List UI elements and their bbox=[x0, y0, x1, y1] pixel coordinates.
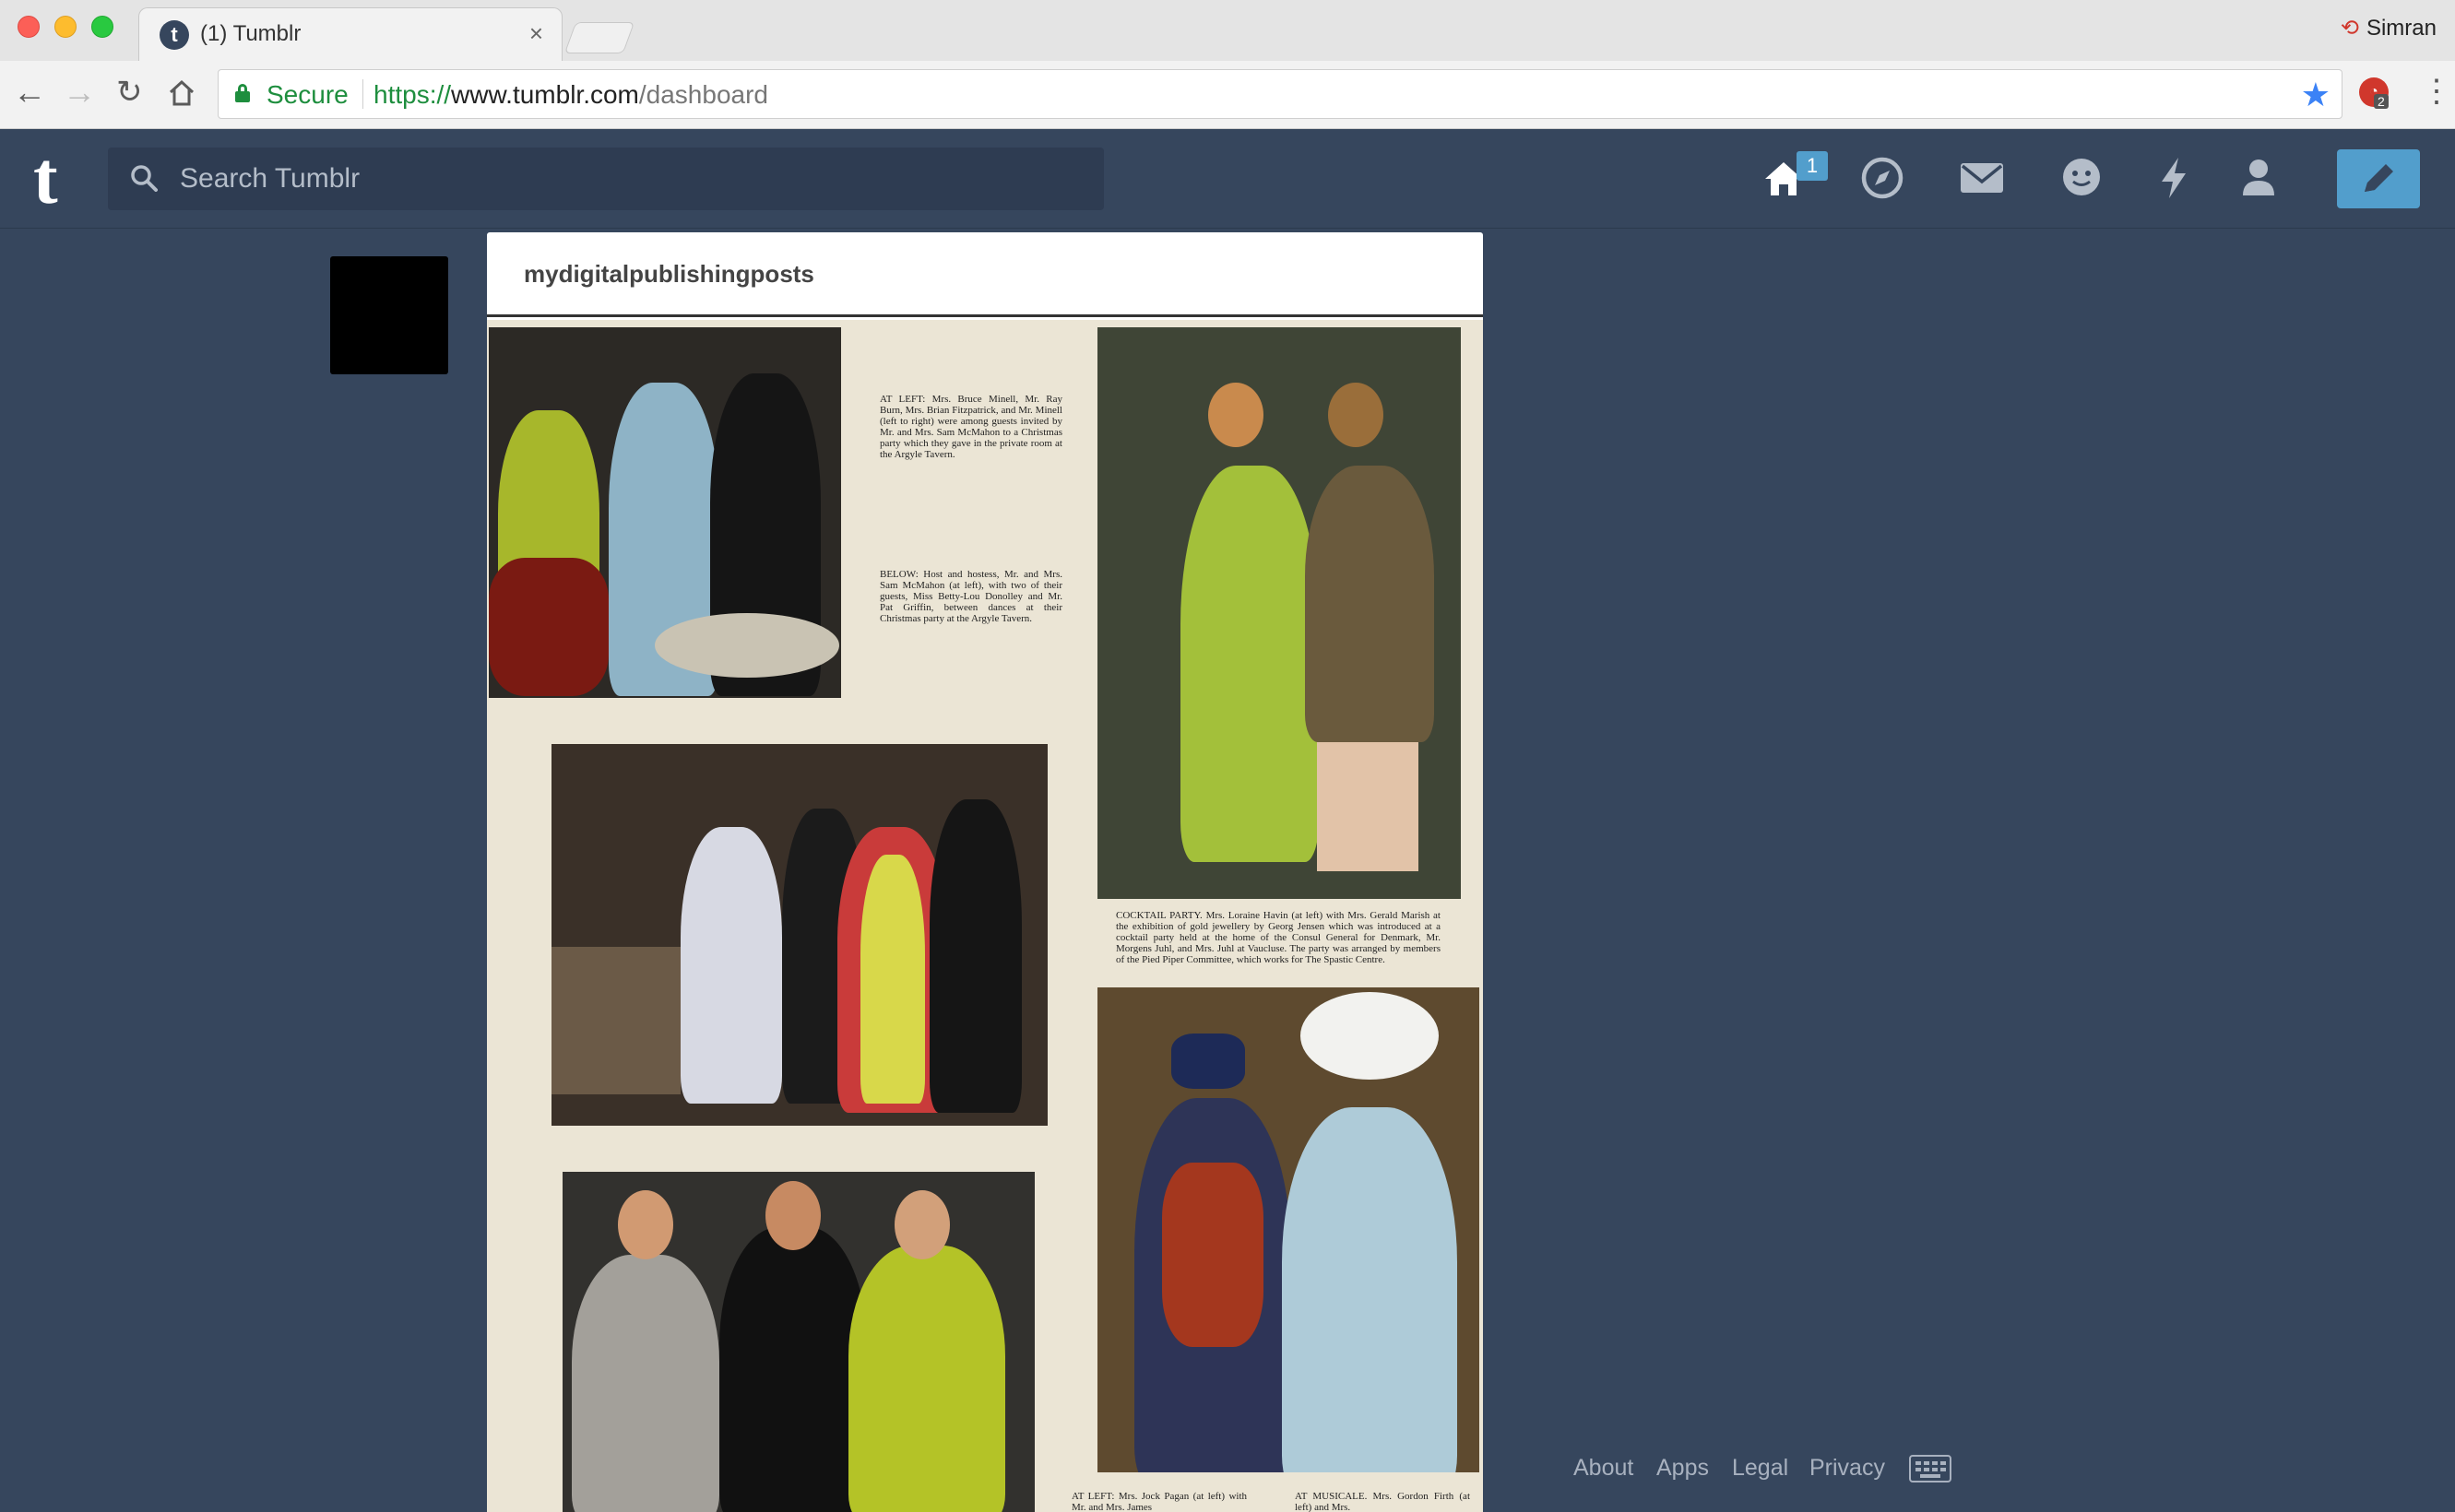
activity-icon[interactable] bbox=[2149, 153, 2199, 203]
footer-link-privacy[interactable]: Privacy bbox=[1809, 1455, 1885, 1482]
compose-icon bbox=[2365, 164, 2393, 192]
url-text[interactable]: https://www.tumblr.com/dashboard bbox=[374, 80, 768, 110]
tumblr-logo[interactable]: t bbox=[33, 142, 58, 216]
caption-below: BELOW: Host and hostess, Mr. and Mrs. Sa… bbox=[880, 569, 1062, 624]
forward-icon[interactable]: → bbox=[63, 74, 96, 111]
footer-link-legal[interactable]: Legal bbox=[1732, 1455, 1788, 1482]
back-icon[interactable]: ← bbox=[13, 74, 46, 111]
post-photo[interactable]: AT LEFT: Mrs. Bruce Minell, Mr. Ray Burn… bbox=[487, 320, 1483, 1512]
caption-at-left: AT LEFT: Mrs. Bruce Minell, Mr. Ray Burn… bbox=[880, 394, 1062, 460]
tab-title: (1) Tumblr bbox=[200, 21, 302, 46]
browser-titlebar: t (1) Tumblr × ⟲ Simran bbox=[0, 0, 2455, 61]
home-page-icon[interactable] bbox=[168, 74, 196, 114]
keyboard-icon[interactable] bbox=[1909, 1455, 1951, 1482]
browser-tab-tumblr[interactable]: t (1) Tumblr × bbox=[138, 7, 563, 61]
tab-close-icon[interactable]: × bbox=[529, 19, 543, 48]
minimize-window-button[interactable] bbox=[54, 16, 77, 38]
search-input[interactable] bbox=[180, 148, 1084, 210]
profile-name: Simran bbox=[2366, 16, 2437, 41]
address-bar[interactable]: Secure https://www.tumblr.com/dashboard … bbox=[218, 69, 2342, 119]
search-bar[interactable] bbox=[108, 148, 1104, 210]
avatar[interactable] bbox=[330, 256, 448, 374]
caption-cocktail-party: COCKTAIL PARTY. Mrs. Loraine Havin (at l… bbox=[1116, 910, 1441, 965]
sync-error-icon: ⟲ bbox=[2340, 16, 2359, 41]
caption-bottom-right: AT MUSICALE. Mrs. Gordon Firth (at left)… bbox=[1295, 1491, 1470, 1512]
footer-link-about[interactable]: About bbox=[1573, 1455, 1633, 1482]
photo-musicale bbox=[1097, 987, 1479, 1472]
photo-cocktail-party bbox=[1097, 327, 1461, 899]
footer-link-apps[interactable]: Apps bbox=[1656, 1455, 1709, 1482]
lock-icon bbox=[235, 84, 250, 102]
close-window-button[interactable] bbox=[18, 16, 40, 38]
browser-toolbar: ← → ↻ Secure https://www.tumblr.com/dash… bbox=[0, 61, 2455, 129]
explore-icon[interactable] bbox=[1857, 153, 1907, 203]
post-card: mydigitalpublishingposts AT LEFT: Mrs. B… bbox=[487, 232, 1483, 1512]
browser-menu-icon[interactable]: ⋮ bbox=[2421, 76, 2452, 107]
caption-bottom-left: AT LEFT: Mrs. Jock Pagan (at left) with … bbox=[1072, 1491, 1247, 1512]
search-icon bbox=[131, 165, 158, 192]
secure-label: Secure bbox=[267, 80, 349, 109]
inbox-icon[interactable] bbox=[1957, 153, 2007, 203]
home-notification-badge: 1 bbox=[1797, 151, 1828, 181]
compose-button[interactable] bbox=[2337, 149, 2420, 208]
messaging-icon[interactable] bbox=[2057, 153, 2106, 203]
tumblr-favicon-icon: t bbox=[160, 20, 189, 50]
new-tab-button[interactable] bbox=[563, 22, 635, 53]
photo-party-group-2 bbox=[563, 1172, 1035, 1512]
photo-hosts-dancing bbox=[551, 744, 1048, 1126]
account-icon[interactable] bbox=[2234, 153, 2283, 203]
post-blog-name[interactable]: mydigitalpublishingposts bbox=[487, 232, 1483, 317]
maximize-window-button[interactable] bbox=[91, 16, 113, 38]
reload-icon[interactable]: ↻ bbox=[116, 74, 143, 111]
photo-party-group-1 bbox=[489, 327, 841, 698]
extension-badge: 2 bbox=[2374, 94, 2389, 109]
tumblr-header: t 1 bbox=[0, 129, 2455, 229]
bookmark-star-icon[interactable]: ★ bbox=[2301, 76, 2330, 114]
profile-button[interactable]: ⟲ Simran bbox=[2341, 15, 2437, 41]
